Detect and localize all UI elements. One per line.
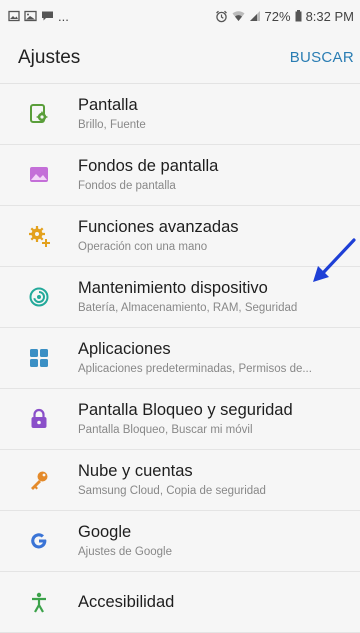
app-bar: Ajustes BUSCAR: [0, 32, 360, 84]
item-subtitle: Brillo, Fuente: [78, 119, 146, 131]
status-bar: ... 72% 8:32 PM: [0, 0, 360, 32]
signal-icon: [249, 11, 260, 21]
item-label: Fondos de pantalla: [78, 157, 219, 175]
item-subtitle: Ajustes de Google: [78, 546, 172, 558]
item-label: Nube y cuentas: [78, 462, 193, 480]
gallery-notification-icon: [8, 10, 20, 22]
more-notifications: ...: [58, 8, 69, 24]
item-label: Funciones avanzadas: [78, 218, 239, 236]
settings-item-mantenimiento[interactable]: Mantenimiento dispositivo Batería, Almac…: [0, 267, 360, 328]
search-button[interactable]: BUSCAR: [290, 49, 354, 66]
item-subtitle: Samsung Cloud, Copia de seguridad: [78, 485, 266, 497]
item-subtitle: Aplicaciones predeterminadas, Permisos d…: [78, 363, 312, 375]
item-subtitle: Operación con una mano: [78, 241, 208, 253]
settings-item-nube[interactable]: Nube y cuentas Samsung Cloud, Copia de s…: [0, 450, 360, 511]
clock: 8:32 PM: [305, 8, 354, 24]
display-gear-icon: [0, 103, 78, 125]
settings-item-fondos[interactable]: Fondos de pantalla Fondos de pantalla: [0, 145, 360, 206]
lock-icon: [0, 408, 78, 430]
item-label: Google: [78, 523, 132, 541]
item-subtitle: Batería, Almacenamiento, RAM, Seguridad: [78, 302, 298, 314]
key-icon: [0, 469, 78, 491]
image-notification-icon: [24, 10, 37, 22]
apps-grid-icon: [0, 348, 78, 368]
wallpaper-icon: [0, 165, 78, 185]
advanced-gear-plus-icon: [0, 224, 78, 248]
wifi-icon: [232, 11, 245, 21]
item-label: Pantalla: [78, 96, 138, 114]
annotation-arrow-icon: [313, 238, 356, 282]
battery-percent: 72%: [264, 8, 291, 24]
page-title: Ajustes: [18, 46, 81, 68]
settings-item-pantalla[interactable]: Pantalla Brillo, Fuente: [0, 84, 360, 145]
settings-item-bloqueo[interactable]: Pantalla Bloqueo y seguridad Pantalla Bl…: [0, 389, 360, 450]
alarm-icon: [215, 10, 227, 22]
item-label: Mantenimiento dispositivo: [78, 279, 268, 297]
system-status: 72% 8:32 PM: [215, 9, 354, 24]
accessibility-icon: [0, 591, 78, 613]
settings-item-accesibilidad[interactable]: Accesibilidad: [0, 572, 360, 633]
settings-item-funciones[interactable]: Funciones avanzadas Operación con una ma…: [0, 206, 360, 267]
notification-icons: ...: [8, 9, 69, 24]
item-subtitle: Pantalla Bloqueo, Buscar mi móvil: [78, 424, 253, 436]
settings-list: Pantalla Brillo, Fuente Fondos de pantal…: [0, 84, 360, 633]
settings-item-google[interactable]: Google Ajustes de Google: [0, 511, 360, 572]
device-care-icon: [0, 286, 78, 308]
item-subtitle: Fondos de pantalla: [78, 180, 176, 192]
item-label: Aplicaciones: [78, 340, 171, 358]
message-notification-icon: [42, 11, 53, 21]
item-label: Pantalla Bloqueo y seguridad: [78, 401, 293, 419]
google-g-icon: [0, 530, 78, 552]
settings-item-aplicaciones[interactable]: Aplicaciones Aplicaciones predeterminada…: [0, 328, 360, 389]
battery-icon: [295, 10, 302, 22]
